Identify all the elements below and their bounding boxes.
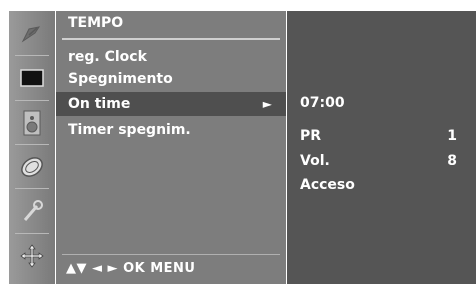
pr-label: PR <box>300 128 322 144</box>
menu-item-reg-clock[interactable]: reg. Clock <box>56 45 286 69</box>
menu-item-label: On time <box>68 96 131 112</box>
tempo-menu-panel: TEMPO reg. Clock Spegnimento On time ► T… <box>56 11 286 284</box>
menu-title: TEMPO <box>68 15 124 31</box>
tv-osd-screen: TEMPO reg. Clock Spegnimento On time ► T… <box>0 0 476 284</box>
menu-item-label: reg. Clock <box>68 49 147 65</box>
pr-value[interactable]: 1 <box>427 128 457 144</box>
title-divider <box>62 38 280 40</box>
sidebar-divider <box>15 188 49 189</box>
menu-item-on-time[interactable]: On time ► <box>56 92 286 116</box>
navigation-hint: ▲▼ ◄ ► OK MENU <box>66 261 196 276</box>
sidebar-divider <box>15 144 49 145</box>
sidebar-divider <box>15 55 49 56</box>
sidebar-divider <box>15 100 49 101</box>
menu-item-label: Timer spegnim. <box>68 122 191 138</box>
cross-arrows-icon[interactable] <box>9 235 55 276</box>
key-lock-icon[interactable] <box>9 190 55 231</box>
menu-item-timer-spegnim[interactable]: Timer spegnim. <box>56 118 286 142</box>
menu-item-label: Spegnimento <box>68 71 173 87</box>
vol-label: Vol. <box>300 153 330 169</box>
on-time-value[interactable]: 07:00 <box>300 95 345 111</box>
sidebar-divider <box>15 233 49 234</box>
submenu-arrow-icon: ► <box>262 97 272 111</box>
category-sidebar <box>9 11 55 284</box>
on-time-submenu: 07:00 PR 1 Vol. 8 Acceso <box>287 11 476 284</box>
menu-item-spegnimento[interactable]: Spegnimento <box>56 67 286 91</box>
screen-picture-icon[interactable] <box>9 57 55 98</box>
speaker-audio-icon[interactable] <box>9 102 55 143</box>
vol-value[interactable]: 8 <box>427 153 457 169</box>
status-value[interactable]: Acceso <box>300 177 355 193</box>
hint-divider <box>62 254 280 255</box>
clock-time-icon[interactable] <box>9 146 55 187</box>
satellite-dish-icon[interactable] <box>9 13 55 54</box>
